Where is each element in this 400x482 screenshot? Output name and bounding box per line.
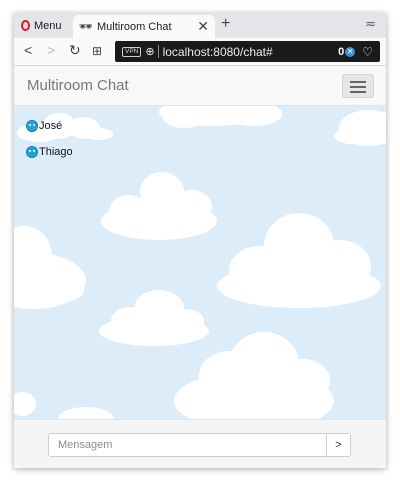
cloud	[174, 332, 334, 419]
user-list: José Thiago	[26, 119, 73, 171]
tab-menu-icon[interactable]: ≂	[365, 16, 376, 32]
incognito-icon: 🕶	[79, 21, 93, 33]
speed-dial-icon[interactable]: ⊞	[92, 44, 102, 58]
menu-label: Menu	[34, 19, 62, 32]
cloud	[101, 172, 217, 240]
opera-logo-icon	[21, 20, 30, 31]
user-face-icon	[26, 120, 38, 132]
user-item[interactable]: Thiago	[26, 145, 73, 159]
cloud	[14, 226, 86, 309]
menu-toggle-button[interactable]	[342, 74, 374, 98]
chat-background: José Thiago	[14, 106, 386, 419]
user-name: José	[39, 120, 63, 132]
tab-multiroom-chat[interactable]: 🕶 Multiroom Chat ✕	[73, 15, 215, 38]
url-text[interactable]: localhost:8080/chat#	[163, 45, 339, 59]
message-footer: >	[14, 419, 386, 468]
hamburger-bar	[350, 86, 366, 88]
cloud	[217, 213, 381, 308]
address-toolbar: < > ↻ ⊞ VPN ⊕ localhost:8080/chat# 0 ✕ ♡	[14, 38, 386, 66]
user-face-icon	[26, 146, 38, 158]
user-name: Thiago	[39, 146, 73, 158]
forward-icon[interactable]: >	[47, 42, 55, 58]
tab-strip: Menu 🕶 Multiroom Chat ✕ + ≂	[14, 13, 386, 38]
reload-icon[interactable]: ↻	[69, 42, 81, 59]
url-divider	[157, 45, 159, 58]
browser-window: Menu 🕶 Multiroom Chat ✕ + ≂ < > ↻ ⊞ VPN …	[14, 13, 386, 468]
cloud	[99, 290, 209, 346]
chat-page: Multiroom Chat José Thiago Mensagem >	[14, 66, 386, 468]
user-item[interactable]: José	[26, 119, 73, 133]
app-navbar: Multiroom Chat	[14, 66, 386, 106]
address-bar[interactable]: VPN ⊕ localhost:8080/chat# 0 ✕ ♡	[115, 41, 380, 62]
back-icon[interactable]: <	[24, 42, 32, 58]
cloud	[159, 106, 282, 128]
cloud	[334, 110, 386, 146]
vpn-badge[interactable]: VPN	[122, 46, 142, 57]
hamburger-bar	[350, 91, 366, 93]
adblock-count: 0	[338, 45, 345, 58]
adblock-shield-icon[interactable]: ✕	[345, 46, 356, 57]
cloud	[58, 407, 114, 419]
cloud	[14, 392, 36, 416]
message-input[interactable]	[48, 433, 327, 457]
new-tab-icon[interactable]: +	[221, 15, 230, 33]
globe-icon[interactable]: ⊕	[145, 45, 154, 58]
close-tab-icon[interactable]: ✕	[197, 18, 209, 35]
app-brand[interactable]: Multiroom Chat	[27, 77, 129, 94]
send-button[interactable]: >	[326, 433, 351, 457]
tab-title: Multiroom Chat	[96, 20, 172, 33]
opera-menu-button[interactable]: Menu	[14, 13, 71, 38]
heart-icon[interactable]: ♡	[362, 45, 373, 59]
hamburger-bar	[350, 81, 366, 83]
